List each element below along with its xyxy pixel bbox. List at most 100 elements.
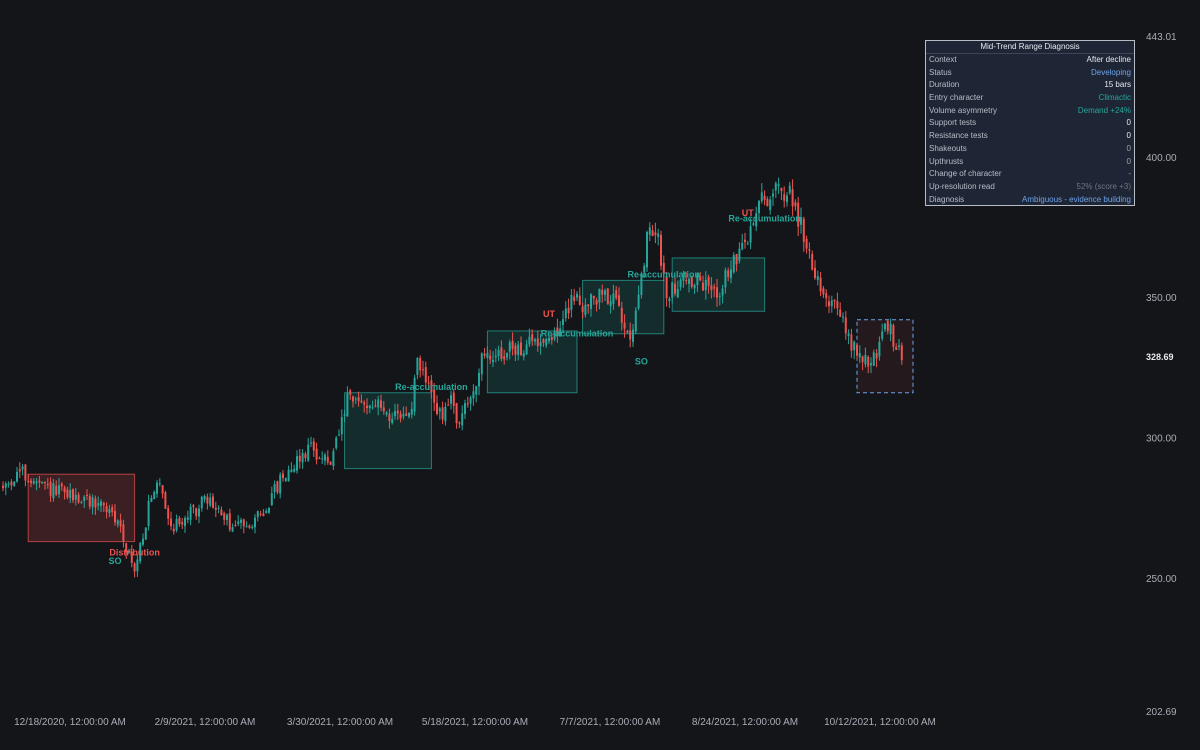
candle bbox=[312, 437, 315, 457]
candle-body bbox=[744, 239, 746, 243]
candle bbox=[802, 216, 805, 252]
panel-row: Upthrusts 0 bbox=[926, 156, 1134, 169]
candle-body bbox=[324, 454, 326, 461]
candle-body bbox=[301, 453, 304, 463]
candle bbox=[634, 307, 637, 335]
candle-body bbox=[654, 232, 657, 235]
candle-body bbox=[315, 448, 318, 460]
candle bbox=[822, 285, 825, 299]
candle-body bbox=[483, 353, 486, 356]
candle-body bbox=[203, 496, 206, 500]
candle-body bbox=[466, 403, 469, 405]
candle bbox=[668, 296, 671, 308]
candle-body bbox=[802, 218, 805, 242]
candle bbox=[741, 233, 744, 251]
candle bbox=[794, 199, 797, 211]
candle bbox=[181, 518, 184, 529]
candle bbox=[178, 515, 181, 527]
candle-body bbox=[251, 526, 254, 528]
candle bbox=[234, 520, 237, 527]
candle-body bbox=[108, 509, 111, 513]
candle-body bbox=[27, 480, 30, 483]
candle-body bbox=[542, 339, 545, 343]
candle-body bbox=[142, 538, 144, 545]
candle-body bbox=[685, 279, 688, 282]
range-marker-label: Re-accumulation bbox=[541, 329, 614, 339]
candle bbox=[290, 462, 293, 473]
candle-body bbox=[240, 519, 242, 523]
candle-body bbox=[735, 254, 738, 265]
price-tick-label: 202.69 bbox=[1146, 707, 1177, 718]
candle bbox=[816, 270, 819, 286]
candle bbox=[13, 481, 16, 487]
candle-body bbox=[825, 293, 828, 299]
candle bbox=[413, 374, 416, 416]
candle-body bbox=[452, 392, 455, 406]
panel-row: Up-resolution read 52% (score +3) bbox=[926, 181, 1134, 194]
candle bbox=[192, 503, 195, 514]
candle bbox=[16, 466, 18, 483]
candle-body bbox=[270, 493, 273, 506]
candle bbox=[203, 494, 206, 503]
panel-row-value: Climactic bbox=[1098, 93, 1131, 103]
panel-row-label: Context bbox=[929, 55, 957, 64]
candle-body bbox=[49, 481, 52, 496]
candle-body bbox=[794, 202, 797, 207]
candle-body bbox=[461, 413, 464, 426]
range-marker-label: UT bbox=[543, 309, 555, 319]
candle-body bbox=[223, 513, 226, 520]
range-marker-label: Re-accumulation bbox=[728, 213, 801, 223]
candle-body bbox=[282, 473, 284, 479]
candle-body bbox=[791, 189, 794, 207]
candle bbox=[606, 288, 609, 305]
candle-body bbox=[69, 489, 72, 499]
candle-body bbox=[646, 232, 648, 268]
candle bbox=[10, 479, 13, 491]
candle bbox=[273, 480, 276, 499]
candle-body bbox=[833, 299, 836, 302]
panel-row-label: Support tests bbox=[929, 118, 977, 128]
candle bbox=[284, 477, 287, 483]
candle bbox=[578, 287, 581, 306]
candle-body bbox=[573, 296, 576, 302]
candle-body bbox=[181, 522, 184, 525]
candle bbox=[315, 442, 318, 465]
range-marker-label: SO bbox=[635, 357, 648, 367]
candle-body bbox=[184, 517, 186, 527]
candle-body bbox=[486, 352, 489, 358]
candle-body bbox=[24, 464, 27, 481]
candle bbox=[441, 401, 444, 425]
candle-body bbox=[858, 353, 861, 358]
green-range-1 bbox=[344, 392, 432, 470]
candle-body bbox=[469, 397, 472, 404]
candle bbox=[256, 510, 259, 522]
candle bbox=[198, 504, 200, 524]
last-price-label: 328.69 bbox=[1146, 352, 1174, 362]
time-tick-label: 8/24/2021, 12:00:00 AM bbox=[692, 717, 798, 728]
candle-body bbox=[189, 506, 192, 520]
candle bbox=[338, 429, 340, 437]
candle-body bbox=[780, 187, 783, 192]
candle-body bbox=[360, 400, 363, 403]
candle-body bbox=[352, 396, 354, 402]
candle-body bbox=[175, 519, 178, 531]
candle bbox=[240, 517, 242, 529]
candle-body bbox=[424, 367, 427, 383]
candle-body bbox=[438, 408, 441, 412]
candle bbox=[464, 399, 466, 419]
panel-title: Mid-Trend Range Diagnosis bbox=[926, 41, 1134, 54]
candle bbox=[786, 192, 788, 207]
candle-body bbox=[867, 356, 870, 367]
candle-body bbox=[234, 525, 237, 527]
candle-body bbox=[620, 307, 623, 323]
candle-body bbox=[164, 492, 167, 509]
candle-body bbox=[35, 481, 38, 484]
candle-body bbox=[632, 329, 634, 342]
candle-body bbox=[539, 342, 542, 347]
candle bbox=[447, 398, 450, 406]
candle bbox=[450, 390, 452, 410]
candle-body bbox=[410, 408, 413, 415]
candle-body bbox=[444, 406, 447, 422]
candle-body bbox=[514, 345, 517, 355]
price-tick-label: 400.00 bbox=[1146, 153, 1177, 164]
